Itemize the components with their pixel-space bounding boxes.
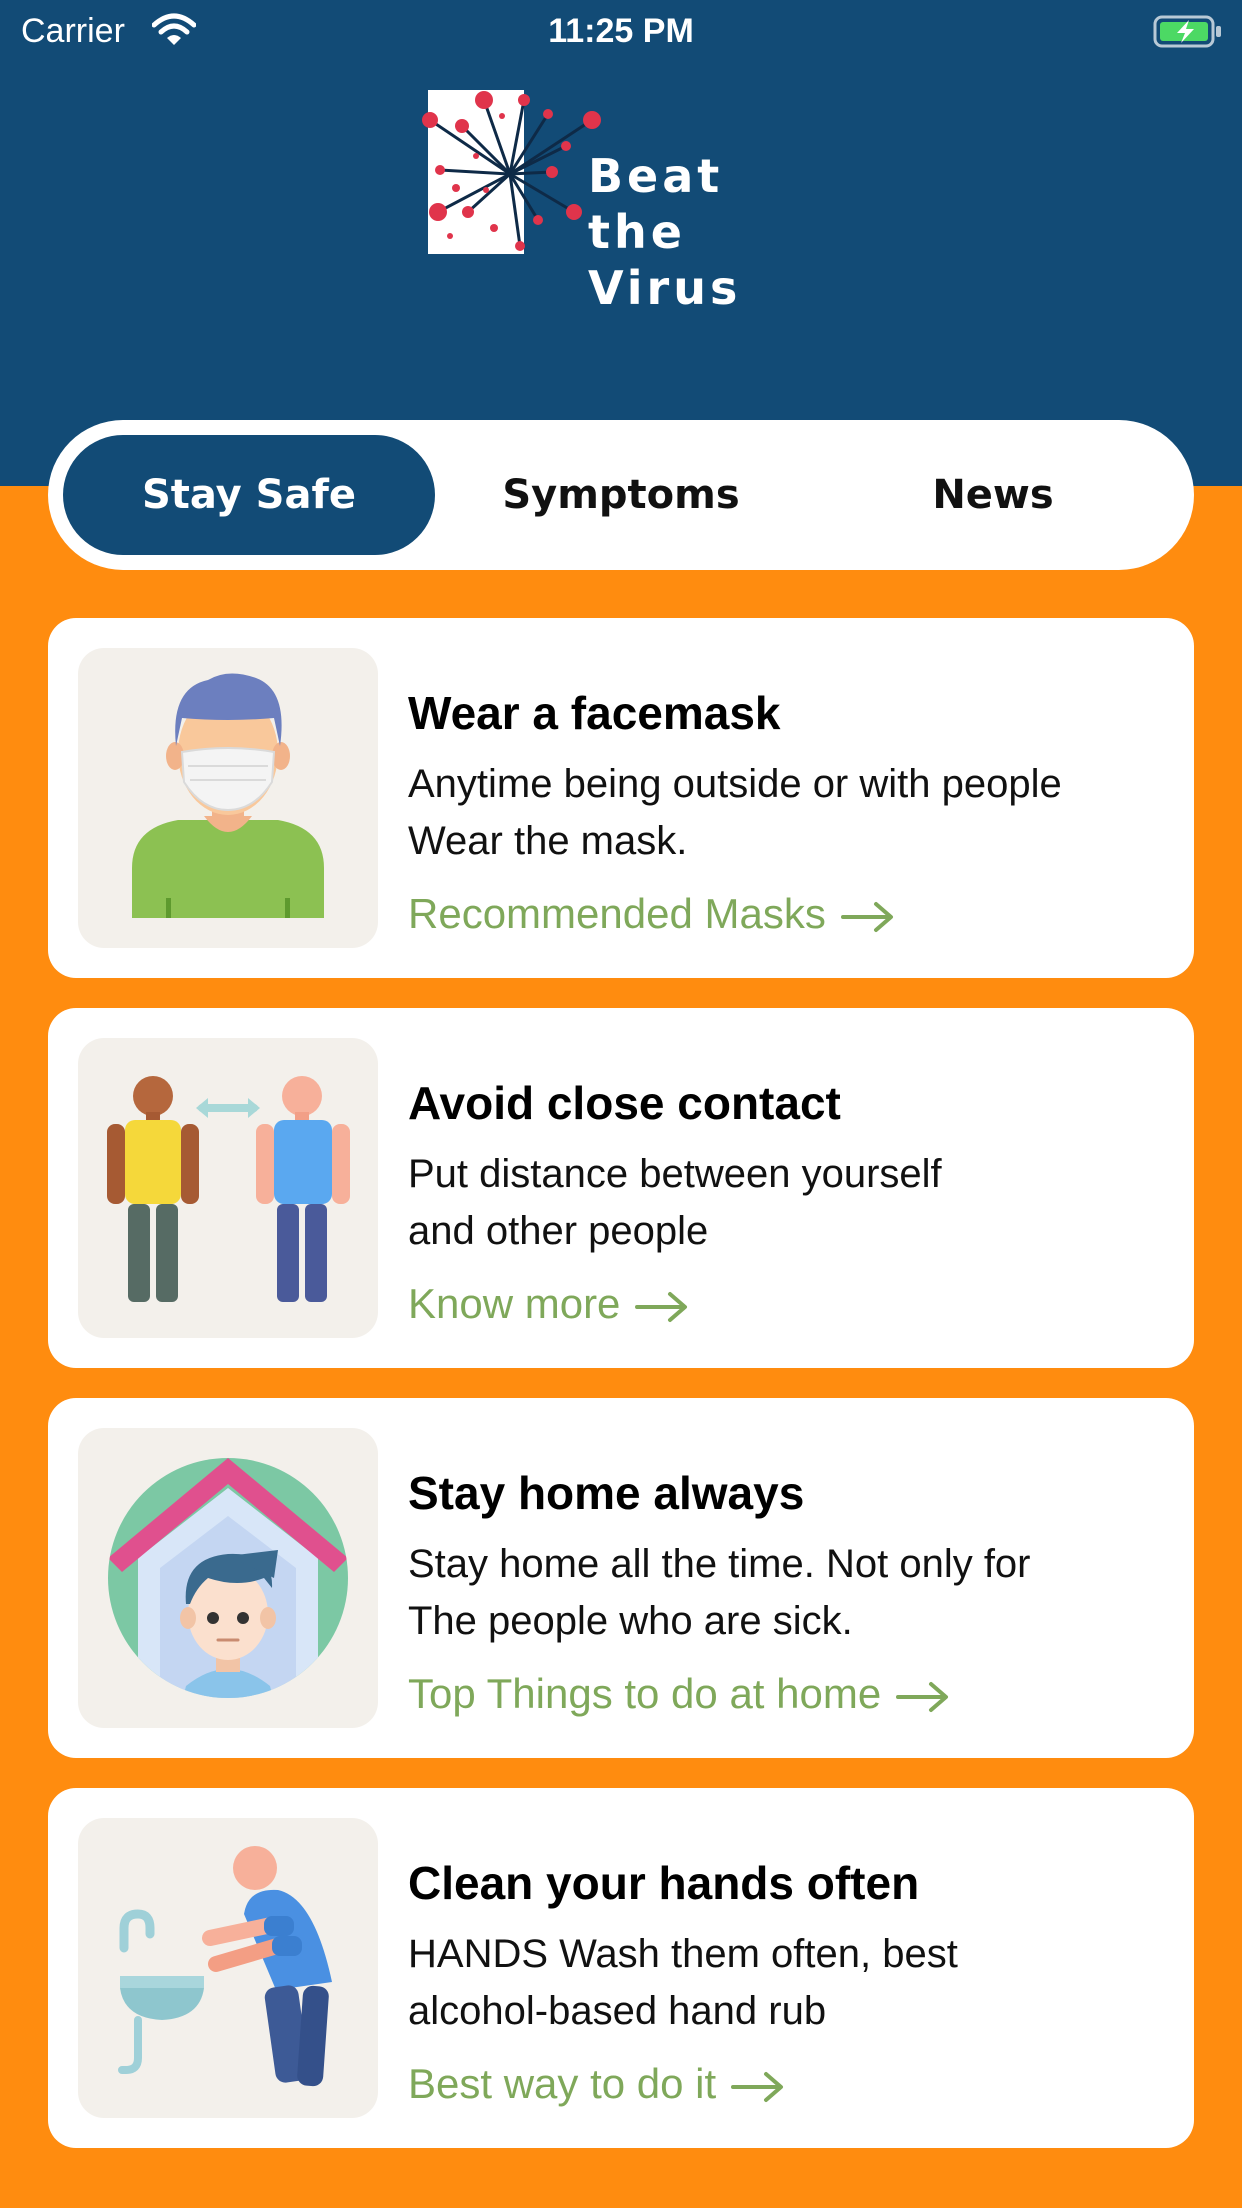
top-things-at-home-link[interactable]: Top Things to do at home — [408, 1670, 951, 1718]
link-label: Best way to do it — [408, 2060, 717, 2107]
know-more-link[interactable]: Know more — [408, 1280, 690, 1328]
card-title: Clean your hands often — [408, 1857, 920, 1909]
clock: 11:25 PM — [548, 12, 694, 50]
link-label: Top Things to do at home — [408, 1670, 882, 1717]
card-description-line: The people who are sick. — [408, 1599, 853, 1643]
arrow-right-icon — [731, 2071, 784, 2102]
card-title: Wear a facemask — [408, 687, 781, 739]
logo-text-line1: Beat — [588, 149, 724, 203]
status-bar: Carrier 11:25 PM — [0, 0, 1242, 62]
recommended-masks-link[interactable]: Recommended Masks — [408, 890, 896, 938]
link-label: Know more — [408, 1280, 621, 1327]
card-description-line: alcohol-based hand rub — [408, 1989, 827, 2033]
social-distance-icon — [78, 1038, 378, 1338]
logo-text-line2: the Virus — [588, 205, 742, 315]
card-description-line: Stay home all the time. Not only for — [408, 1542, 1031, 1586]
tip-card-stay-home: Stay home always Stay home all the time.… — [48, 1398, 1194, 1758]
facemask-person-icon — [78, 648, 378, 948]
segmented-tab-bar: Stay Safe Symptoms News — [48, 420, 1194, 570]
tab-stay-safe[interactable]: Stay Safe — [63, 435, 435, 555]
card-description: HANDS Wash them often, best alcohol-base… — [408, 1926, 1168, 2040]
link-label: Recommended Masks — [408, 890, 826, 937]
card-title: Stay home always — [408, 1467, 805, 1519]
tip-card-facemask: Wear a facemask Anytime being outside or… — [48, 618, 1194, 978]
tab-news[interactable]: News — [807, 435, 1179, 555]
card-description-line: and other people — [408, 1209, 709, 1253]
card-description-line: Put distance between yourself — [408, 1152, 942, 1196]
arrow-right-icon — [840, 901, 893, 932]
arrow-right-icon — [896, 1681, 949, 1712]
card-title: Avoid close contact — [408, 1077, 841, 1129]
card-description: Anytime being outside or with people Wea… — [408, 756, 1168, 870]
card-description-line: Anytime being outside or with people — [408, 762, 1062, 806]
card-description: Put distance between yourself and other … — [408, 1146, 1168, 1260]
stay-home-icon — [78, 1428, 378, 1728]
tip-card-avoid-contact: Avoid close contact Put distance between… — [48, 1008, 1194, 1368]
app-logo: Beat the Virus — [420, 86, 840, 315]
card-description-line: HANDS Wash them often, best — [408, 1932, 958, 1976]
tip-card-clean-hands: Clean your hands often HANDS Wash them o… — [48, 1788, 1194, 2148]
card-description-line: Wear the mask. — [408, 819, 688, 863]
best-way-link[interactable]: Best way to do it — [408, 2060, 786, 2108]
battery-charging-icon — [1153, 15, 1221, 48]
logo-text: Beat the Virus — [588, 148, 840, 316]
tab-symptoms[interactable]: Symptoms — [435, 435, 807, 555]
hand-washing-icon — [78, 1818, 378, 2118]
card-description: Stay home all the time. Not only for The… — [408, 1536, 1168, 1650]
arrow-right-icon — [635, 1291, 688, 1322]
